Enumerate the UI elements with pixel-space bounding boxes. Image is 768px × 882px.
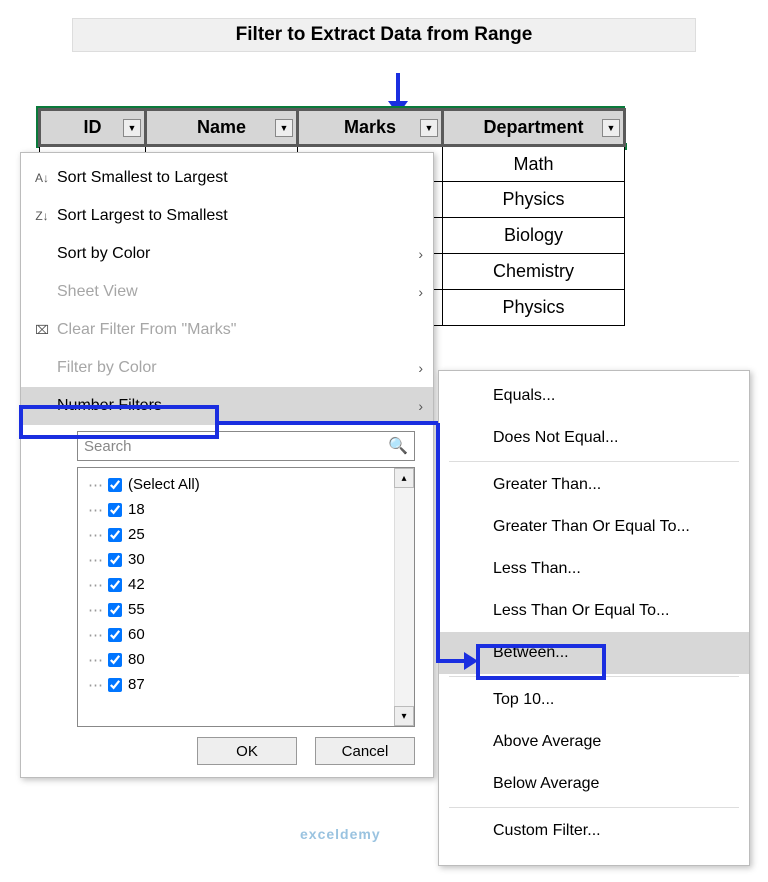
- col-header-dept-label: Department: [483, 117, 583, 137]
- filter-greater-than[interactable]: Greater Than...: [439, 464, 749, 506]
- tree-label: 87: [128, 676, 145, 693]
- separator: [449, 676, 739, 677]
- tree-label: 25: [128, 526, 145, 543]
- table-cell-dept: Physics: [443, 290, 625, 326]
- filter-less-equal[interactable]: Less Than Or Equal To...: [439, 590, 749, 632]
- chevron-right-icon: ›: [418, 360, 423, 376]
- filter-between[interactable]: Between...: [439, 632, 749, 674]
- autofilter-menu: A↓ Sort Smallest to Largest Z↓ Sort Larg…: [20, 152, 434, 778]
- checkbox[interactable]: [108, 553, 122, 567]
- sheet-view-label: Sheet View: [57, 283, 418, 301]
- checkbox[interactable]: [108, 528, 122, 542]
- tree-label: 60: [128, 626, 145, 643]
- table-cell-dept: Physics: [443, 182, 625, 218]
- checkbox[interactable]: [108, 503, 122, 517]
- filter-equals[interactable]: Equals...: [439, 375, 749, 417]
- checkbox[interactable]: [108, 478, 122, 492]
- sort-by-color[interactable]: Sort by Color ›: [21, 235, 433, 273]
- col-header-name-label: Name: [197, 117, 246, 137]
- col-header-id[interactable]: ID ▼: [40, 110, 146, 146]
- sort-asc-icon: A↓: [27, 171, 57, 185]
- checkbox[interactable]: [108, 628, 122, 642]
- watermark: exceldemy: [300, 826, 381, 842]
- number-filters-submenu: Equals... Does Not Equal... Greater Than…: [438, 370, 750, 866]
- sort-desc-label: Sort Largest to Smallest: [57, 207, 423, 225]
- filter-custom[interactable]: Custom Filter...: [439, 810, 749, 852]
- checkbox[interactable]: [108, 678, 122, 692]
- sheet-view: Sheet View ›: [21, 273, 433, 311]
- separator: [449, 461, 739, 462]
- col-header-name[interactable]: Name ▼: [146, 110, 298, 146]
- col-header-department[interactable]: Department ▼: [443, 110, 625, 146]
- checkbox[interactable]: [108, 653, 122, 667]
- filter-below-average[interactable]: Below Average: [439, 763, 749, 805]
- number-filters-label: Number Filters: [57, 397, 418, 415]
- filter-dropdown-dept[interactable]: ▼: [602, 119, 620, 137]
- filter-dropdown-marks[interactable]: ▼: [420, 119, 438, 137]
- tree-item[interactable]: ⋯42: [88, 572, 414, 597]
- filter-not-equal[interactable]: Does Not Equal...: [439, 417, 749, 459]
- chevron-right-icon: ›: [418, 284, 423, 300]
- filter-color-label: Filter by Color: [57, 359, 418, 377]
- sort-desc-icon: Z↓: [27, 209, 57, 223]
- sort-color-label: Sort by Color: [57, 245, 418, 263]
- separator: [449, 807, 739, 808]
- tree-label: 55: [128, 601, 145, 618]
- table-cell-dept: Math: [443, 146, 625, 182]
- scroll-up-button[interactable]: ▴: [394, 468, 414, 488]
- number-filters[interactable]: Number Filters ›: [21, 387, 433, 425]
- ok-button[interactable]: OK: [197, 737, 297, 765]
- tree-item[interactable]: ⋯30: [88, 547, 414, 572]
- filter-values-tree[interactable]: ▴ ▾ ⋯(Select All) ⋯18 ⋯25 ⋯30 ⋯42 ⋯55 ⋯6…: [77, 467, 415, 727]
- tree-label: 18: [128, 501, 145, 518]
- clear-filter-label: Clear Filter From "Marks": [57, 321, 423, 339]
- table-cell-dept: Biology: [443, 218, 625, 254]
- filter-above-average[interactable]: Above Average: [439, 721, 749, 763]
- tree-item[interactable]: ⋯25: [88, 522, 414, 547]
- tree-label: 30: [128, 551, 145, 568]
- filter-dropdown-name[interactable]: ▼: [275, 119, 293, 137]
- chevron-right-icon: ›: [418, 398, 423, 414]
- chevron-right-icon: ›: [418, 246, 423, 262]
- scroll-down-button[interactable]: ▾: [394, 706, 414, 726]
- clear-filter: ⌧ Clear Filter From "Marks": [21, 311, 433, 349]
- scrollbar-track[interactable]: [394, 488, 414, 706]
- checkbox[interactable]: [108, 603, 122, 617]
- annotation-arrowhead: [464, 652, 478, 670]
- col-header-marks[interactable]: Marks ▼: [298, 110, 443, 146]
- tree-label: 80: [128, 651, 145, 668]
- col-header-marks-label: Marks: [344, 117, 396, 137]
- tree-item[interactable]: ⋯55: [88, 597, 414, 622]
- filter-greater-equal[interactable]: Greater Than Or Equal To...: [439, 506, 749, 548]
- tree-label: 42: [128, 576, 145, 593]
- col-header-id-label: ID: [84, 117, 102, 137]
- sort-descending[interactable]: Z↓ Sort Largest to Smallest: [21, 197, 433, 235]
- checkbox[interactable]: [108, 578, 122, 592]
- tree-item[interactable]: ⋯87: [88, 672, 414, 697]
- sort-asc-label: Sort Smallest to Largest: [57, 169, 423, 187]
- tree-item-select-all[interactable]: ⋯(Select All): [88, 472, 414, 497]
- table-cell-dept: Chemistry: [443, 254, 625, 290]
- search-icon: 🔍: [388, 436, 408, 456]
- clear-filter-icon: ⌧: [27, 323, 57, 337]
- sort-ascending[interactable]: A↓ Sort Smallest to Largest: [21, 159, 433, 197]
- cancel-button[interactable]: Cancel: [315, 737, 415, 765]
- filter-search-input[interactable]: Search 🔍: [77, 431, 415, 461]
- page-title: Filter to Extract Data from Range: [72, 18, 696, 52]
- tree-item[interactable]: ⋯18: [88, 497, 414, 522]
- annotation-connector: [436, 423, 440, 663]
- tree-label: (Select All): [128, 476, 200, 493]
- filter-less-than[interactable]: Less Than...: [439, 548, 749, 590]
- filter-dropdown-id[interactable]: ▼: [123, 119, 141, 137]
- filter-top10[interactable]: Top 10...: [439, 679, 749, 721]
- tree-item[interactable]: ⋯60: [88, 622, 414, 647]
- filter-by-color: Filter by Color ›: [21, 349, 433, 387]
- tree-item[interactable]: ⋯80: [88, 647, 414, 672]
- search-placeholder: Search: [84, 438, 132, 455]
